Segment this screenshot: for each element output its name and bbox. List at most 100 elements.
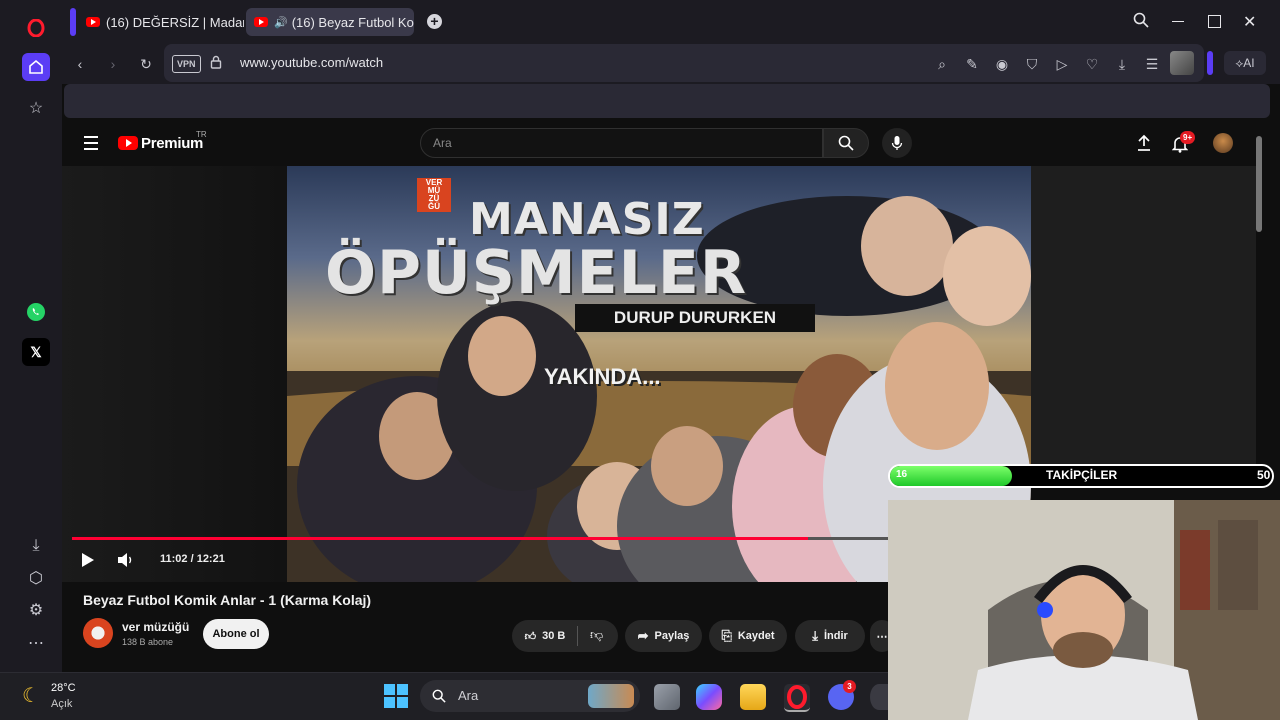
subscribe-button[interactable]: Abone ol [203, 619, 269, 649]
tab-title: (16) DEĞERSİZ | Madara O [106, 14, 244, 30]
play-icon[interactable] [81, 552, 95, 573]
copilot-icon[interactable] [696, 684, 722, 710]
weather-temperature[interactable]: 28°C [51, 682, 76, 694]
downloads-icon[interactable]: ⤓ [22, 532, 50, 560]
followers-goal-fill [890, 466, 1012, 486]
tab-beyaz-futbol[interactable]: 🔊 (16) Beyaz Futbol Kom [246, 8, 414, 36]
youtube-search-button[interactable] [823, 128, 869, 158]
vpn-badge[interactable]: VPN [172, 55, 201, 73]
youtube-search-input[interactable]: Ara [420, 128, 823, 158]
search-placeholder: Ara [433, 136, 452, 150]
save-button[interactable]: ⎘ Kaydet [709, 620, 787, 652]
share-button[interactable]: ➦ Paylaş [625, 620, 702, 652]
share-arrow-icon: ➦ [637, 628, 649, 643]
download-button[interactable]: ⤓ İndir [795, 620, 865, 652]
more-dots-icon[interactable]: ⋯ [22, 629, 50, 657]
microphone-icon [891, 136, 903, 150]
easy-setup-icon[interactable]: ☰ [1142, 54, 1162, 74]
aria-ai-button[interactable]: ⟡AI [1224, 51, 1266, 75]
maximize-icon[interactable] [1208, 15, 1221, 28]
player-ambient-left [62, 166, 288, 582]
save-label: Kaydet [737, 630, 775, 642]
followers-goal: 50 [1257, 468, 1271, 482]
download-arrow-icon: ⤓ [812, 628, 818, 643]
tab-island-marker [70, 8, 76, 36]
notifications-badge: 9+ [1180, 131, 1196, 144]
taskbar-search-box[interactable]: Ara [420, 680, 640, 712]
weather-moon-icon[interactable]: ☾ [22, 683, 40, 708]
windows-start-icon[interactable] [384, 684, 408, 708]
task-view-icon[interactable] [654, 684, 680, 710]
youtube-favicon-icon [86, 17, 100, 27]
search-icon [838, 135, 854, 151]
followers-current: 16 [896, 469, 908, 480]
back-icon[interactable]: ‹ [70, 54, 90, 74]
tab-title: (16) Beyaz Futbol Kom [291, 14, 414, 30]
upload-create-icon[interactable] [1136, 134, 1152, 157]
webcam-feed [888, 500, 1280, 720]
video-title: Beyaz Futbol Komik Anlar - 1 (Karma Kola… [83, 592, 372, 608]
speaker-icon[interactable]: 🔊 [274, 16, 288, 29]
reload-icon[interactable]: ↻ [136, 54, 156, 74]
discord-badge: 3 [843, 680, 856, 693]
minimize-icon[interactable] [1172, 21, 1184, 22]
extensions-cube-icon[interactable]: ⬡ [22, 564, 50, 592]
channel-name[interactable]: ver müzüğü [122, 620, 189, 634]
thumbs-down-icon: 👎︎ [590, 627, 604, 642]
followers-label: TAKİPÇİLER [1046, 468, 1118, 482]
bookmarks-bar [64, 84, 1270, 118]
tab-degersiz[interactable]: (16) DEĞERSİZ | Madara O [78, 8, 244, 36]
account-avatar[interactable] [1213, 133, 1233, 153]
weather-description: Açık [51, 698, 73, 710]
sidebar-toggle-marker[interactable] [1207, 51, 1213, 75]
home-icon[interactable] [22, 53, 50, 81]
tab-bar [62, 0, 1280, 44]
download-icon[interactable]: ⤓ [1112, 54, 1132, 74]
camera-snapshot-icon[interactable]: ◉ [992, 54, 1012, 74]
opera-logo-icon[interactable] [22, 14, 50, 42]
lock-icon[interactable] [210, 55, 222, 72]
region-label: TR [196, 130, 207, 139]
bookmark-icon: ⎘ [721, 628, 732, 643]
youtube-premium-label[interactable]: Premium [141, 135, 203, 152]
taskbar-search-icon [432, 689, 446, 703]
heart-icon[interactable]: ♡ [1082, 54, 1102, 74]
voice-search-button[interactable] [882, 128, 912, 158]
bookmarks-star-icon[interactable]: ☆ [22, 94, 50, 122]
aria-ai-label: AI [1243, 56, 1255, 70]
edit-note-icon[interactable]: ✎ [962, 54, 982, 74]
file-explorer-icon[interactable] [740, 684, 766, 710]
channel-watermark-badge: VER MÜ ZÜ ĞÜ [417, 178, 451, 212]
more-horizontal-icon: ⋯ [876, 630, 888, 643]
page-search-icon[interactable]: ⌕ [932, 54, 952, 74]
dislike-button[interactable]: 👎︎ [590, 627, 603, 643]
obs-icon[interactable] [870, 684, 888, 710]
settings-gear-icon[interactable]: ⚙ [22, 596, 50, 624]
opera-sidebar: ☆ 𝕏 ⤓ ⬡ ⚙ ⋯ [0, 0, 62, 672]
time-display: 11:02 / 12:21 [160, 553, 225, 565]
forward-icon[interactable]: › [103, 54, 123, 74]
thumbnail-headline-2: ÖPÜŞMELER [325, 238, 748, 308]
opera-taskbar-icon[interactable] [784, 684, 810, 712]
volume-icon[interactable] [117, 552, 135, 573]
tab-search-icon[interactable] [1133, 12, 1151, 30]
new-tab-plus-icon[interactable]: + [427, 14, 442, 29]
thumbs-up-icon: 👍︎ [524, 630, 537, 643]
youtube-logo-icon[interactable] [118, 136, 138, 150]
like-divider [577, 626, 578, 646]
flow-send-icon[interactable]: ▷ [1052, 54, 1072, 74]
profile-avatar[interactable] [1170, 51, 1194, 75]
close-window-icon[interactable]: ✕ [1243, 12, 1256, 32]
adblock-shield-icon[interactable]: ⛉ [1022, 54, 1042, 74]
thumbnail-banner: DURUP DURURKEN [575, 304, 815, 332]
x-twitter-icon[interactable]: 𝕏 [22, 338, 50, 366]
menu-hamburger-icon[interactable] [84, 136, 98, 150]
progress-played[interactable] [72, 537, 809, 540]
youtube-favicon-icon [254, 17, 268, 27]
channel-avatar[interactable] [83, 618, 113, 648]
subscriber-count: 138 B abone [122, 637, 174, 647]
page-scrollbar-thumb[interactable] [1256, 136, 1262, 232]
whatsapp-icon[interactable] [22, 298, 50, 326]
share-label: Paylaş [654, 630, 690, 642]
url-text[interactable]: www.youtube.com/watch [240, 55, 383, 70]
